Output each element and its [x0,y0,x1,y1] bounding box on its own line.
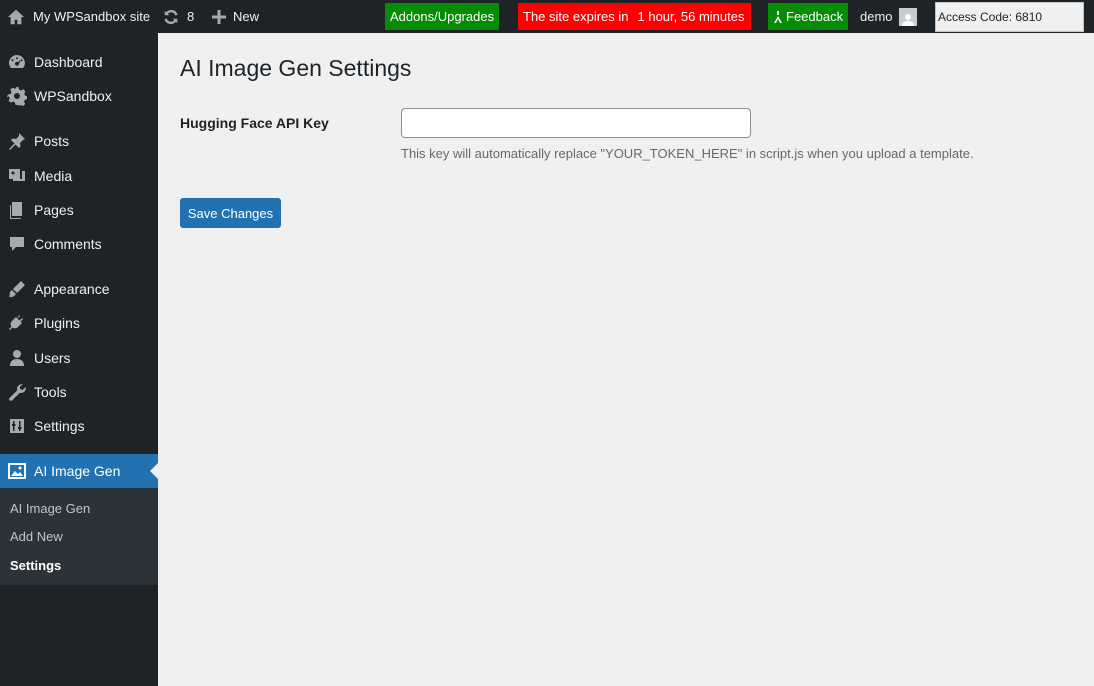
sidebar-item-appearance[interactable]: Appearance [0,272,158,306]
pin-icon [0,131,34,151]
media-icon [0,166,34,186]
user-icon [0,348,34,368]
sidebar-item-settings[interactable]: Settings [0,409,158,443]
new-content-link[interactable]: New [211,0,259,33]
main-content: AI Image Gen Settings Hugging Face API K… [158,33,1094,686]
sidebar-item-comments[interactable]: Comments [0,227,158,261]
user-name: demo [860,9,893,24]
sidebar-item-plugins[interactable]: Plugins [0,306,158,340]
sidebar-item-label: Posts [34,133,70,149]
api-key-input[interactable] [401,108,751,138]
ai-image-gen-submenu: AI Image Gen Add New Settings [0,488,158,585]
sidebar-item-label: Media [34,168,73,184]
site-expiry-notice[interactable]: The site expires in 1 hour, 56 minutes [518,3,751,30]
updates-link[interactable]: 8 [162,0,194,33]
wrench-icon [0,382,34,402]
sidebar-item-label: Users [34,350,71,366]
sidebar-item-label: Comments [34,236,102,252]
comment-icon [0,234,34,254]
sidebar-item-wpsandbox[interactable]: WPSandbox [0,79,158,113]
home-icon [7,8,25,26]
expires-prefix: The site expires in [523,9,629,24]
updates-count: 8 [187,9,195,24]
addons-upgrades-link[interactable]: Addons/Upgrades [385,3,500,30]
sidebar-item-users[interactable]: Users [0,341,158,375]
dashboard-icon [0,52,34,72]
settings-sliders-icon [0,416,34,436]
current-menu-arrow [150,463,158,479]
account-menu[interactable]: demo [860,0,917,33]
sidebar-item-label: Pages [34,202,74,218]
sidebar-item-dashboard[interactable]: Dashboard [0,45,158,79]
refresh-icon [162,8,180,26]
image-icon [0,461,34,481]
api-key-description: This key will automatically replace "YOU… [401,146,974,161]
admin-bar: My WPSandbox site 8 New Addons/Upgrades … [0,0,1094,33]
site-name-label: My WPSandbox site [33,9,151,24]
site-name-link[interactable]: My WPSandbox site [7,0,150,33]
access-code-label: Access Code: 6810 [938,10,1043,24]
plus-icon [211,9,227,25]
sidebar-item-label: WPSandbox [34,88,112,104]
submenu-item-settings[interactable]: Settings [10,558,61,573]
admin-sidebar: Dashboard WPSandbox Posts Media Pages Co… [0,33,158,686]
submenu-item-add-new[interactable]: Add New [10,529,63,544]
page-title: AI Image Gen Settings [180,55,412,81]
sidebar-item-label: Settings [34,418,85,434]
access-code-badge: Access Code: 6810 [935,2,1084,32]
sidebar-item-media[interactable]: Media [0,159,158,193]
plugin-icon [0,313,34,333]
sidebar-item-pages[interactable]: Pages [0,193,158,227]
sidebar-item-label: AI Image Gen [34,463,121,479]
brush-icon [0,279,34,299]
expires-time: 1 hour, 56 minutes [637,9,745,24]
avatar [898,7,917,26]
gear-icon [0,86,34,106]
addons-label: Addons/Upgrades [390,9,495,24]
sidebar-item-tools[interactable]: Tools [0,375,158,409]
api-key-label: Hugging Face API Key [180,115,329,131]
feedback-label: Feedback [786,9,844,24]
save-changes-button[interactable]: Save Changes [180,198,281,228]
sidebar-item-posts[interactable]: Posts [0,124,158,158]
sidebar-item-label: Appearance [34,281,110,297]
sidebar-item-label: Dashboard [34,54,103,70]
feedback-link[interactable]: Feedback [768,3,849,30]
pages-icon [0,200,34,220]
feedback-icon [773,10,783,24]
new-label: New [233,9,260,24]
submenu-item-ai-image-gen[interactable]: AI Image Gen [10,501,90,516]
sidebar-item-label: Tools [34,384,67,400]
sidebar-item-ai-image-gen[interactable]: AI Image Gen [0,454,158,488]
sidebar-item-label: Plugins [34,315,80,331]
